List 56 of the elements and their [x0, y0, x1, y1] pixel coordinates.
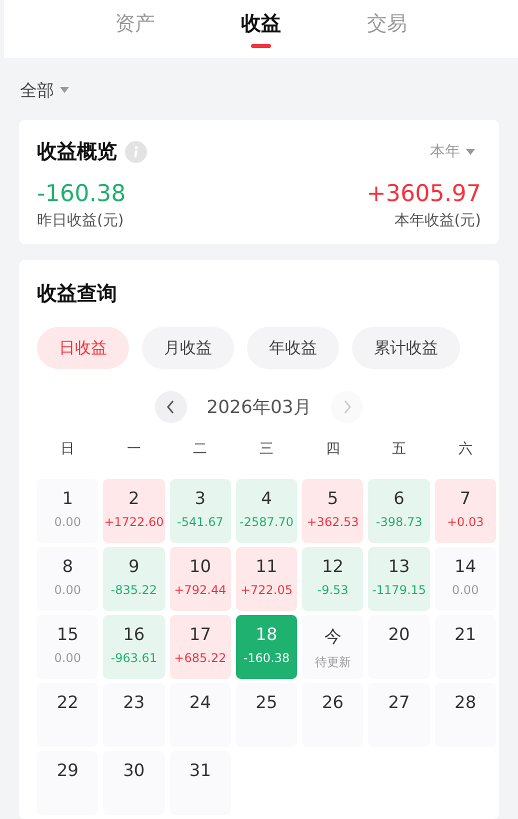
calendar-day[interactable]: 4 -2587.70 — [236, 479, 298, 543]
calendar-day[interactable]: 29 — [37, 751, 98, 815]
calendar-day[interactable]: 28 — [434, 683, 496, 747]
calendar-day[interactable]: 今 待更新 — [302, 615, 364, 679]
tab[interactable]: 收益 — [233, 0, 289, 58]
filter-dropdown[interactable]: 全部 — [20, 78, 54, 102]
calendar-day[interactable]: 26 — [302, 683, 364, 747]
calendar-day[interactable]: 20 — [368, 615, 430, 679]
calendar-day[interactable]: 14 0.00 — [434, 547, 496, 611]
chevron-left-icon — [166, 400, 176, 414]
weekday-label: 二 — [192, 440, 208, 459]
weekday-label: 日 — [60, 440, 76, 459]
filter-chip[interactable]: 累计收益 — [352, 327, 460, 369]
calendar-day[interactable]: 13 -1179.15 — [368, 547, 430, 611]
calendar-day[interactable]: 1 0.00 — [37, 479, 98, 543]
previous-month-button[interactable] — [154, 391, 187, 423]
filter-chip[interactable]: 年收益 — [247, 327, 339, 369]
calendar-day[interactable]: 16 -963.61 — [103, 615, 165, 679]
calendar-day[interactable]: 17 +685.22 — [170, 615, 231, 679]
calendar-day[interactable]: 22 — [37, 683, 98, 747]
weekday-label: 五 — [391, 440, 408, 459]
calendar-day[interactable]: 5 +362.53 — [302, 479, 364, 543]
calendar-day[interactable]: 11 +722.05 — [236, 547, 298, 611]
calendar-day[interactable]: 27 — [368, 683, 430, 747]
month-label: 2026年03月 — [206, 396, 312, 419]
calendar-day[interactable]: 12 -9.53 — [302, 547, 364, 611]
calendar-day[interactable]: 25 — [236, 683, 298, 747]
calendar-day[interactable]: 31 — [170, 751, 231, 815]
stat-value: +3605.97 — [366, 181, 481, 207]
card-title: 收益概览 — [37, 138, 117, 165]
chevron-right-icon — [342, 400, 352, 414]
calendar-day[interactable]: 10 +792.44 — [170, 547, 231, 611]
info-icon[interactable] — [125, 140, 147, 162]
next-month-button[interactable] — [331, 391, 364, 423]
filter-chip[interactable]: 月收益 — [142, 327, 234, 369]
calendar-day[interactable]: 3 -541.67 — [170, 479, 231, 543]
calendar-day[interactable]: 8 0.00 — [37, 547, 98, 611]
weekday-label: 四 — [324, 440, 341, 459]
caret-icon — [466, 148, 475, 154]
weekday-label: 一 — [126, 440, 142, 459]
stat-label: 昨日收益(元) — [37, 211, 125, 230]
stat-label: 本年收益(元) — [393, 211, 481, 230]
stat-value: -160.38 — [37, 181, 126, 207]
card-title: 收益查询 — [37, 280, 118, 307]
calendar-day[interactable]: 24 — [170, 683, 231, 747]
calendar-day[interactable]: 7 +0.03 — [434, 479, 496, 543]
calendar-day[interactable]: 15 0.00 — [37, 615, 98, 679]
calendar-day[interactable]: 21 — [434, 615, 496, 679]
weekday-label: 六 — [457, 440, 474, 459]
calendar-day[interactable]: 30 — [103, 751, 165, 815]
calendar-day[interactable]: 23 — [103, 683, 165, 747]
weekday-label: 三 — [258, 440, 274, 459]
caret-icon — [60, 87, 69, 93]
calendar-day[interactable]: 6 -398.73 — [368, 479, 430, 543]
calendar-day[interactable]: 2 +1722.60 — [103, 479, 165, 543]
calendar-day[interactable]: 9 -835.22 — [103, 547, 165, 611]
